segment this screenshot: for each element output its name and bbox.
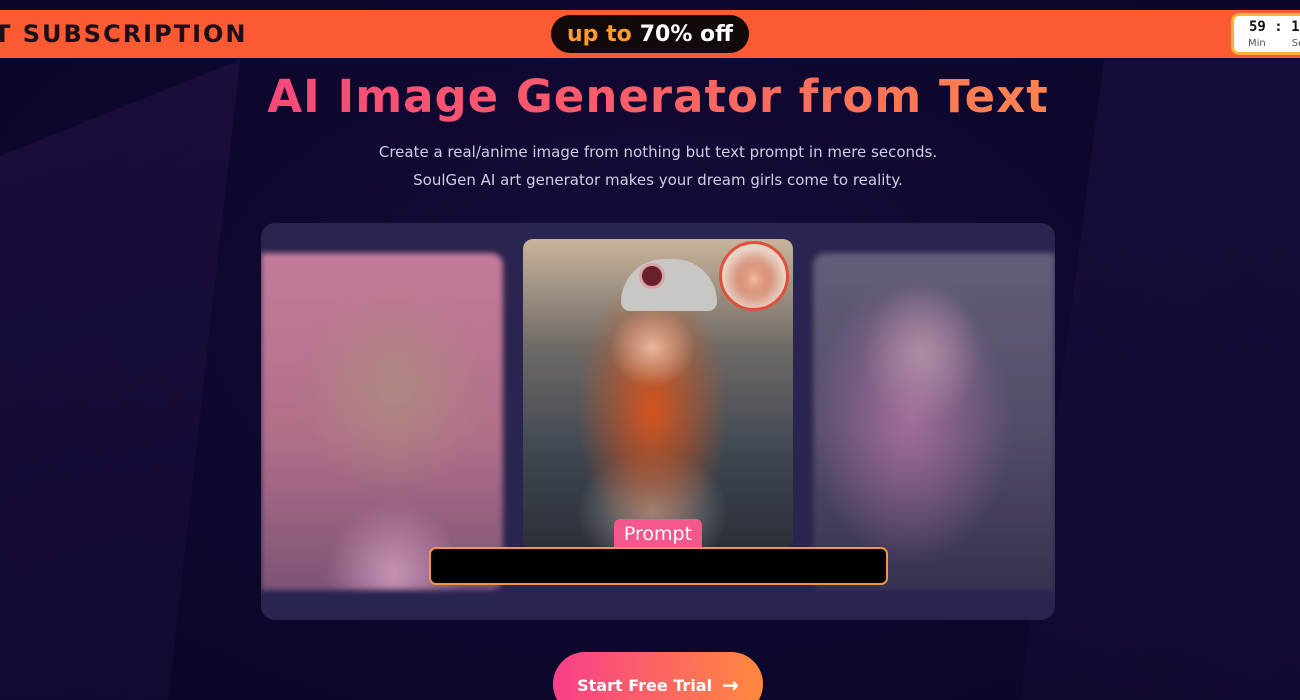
- timer-sec-label: Sec: [1291, 38, 1300, 49]
- prompt-tag: Prompt: [614, 519, 702, 549]
- prompt-input[interactable]: [429, 547, 888, 585]
- timer-seconds: 17: [1291, 19, 1300, 35]
- showcase-image-right-blurred: [813, 253, 1055, 590]
- start-free-trial-label: Start Free Trial: [577, 675, 713, 695]
- timer-separator: :: [1274, 19, 1283, 35]
- promo-banner[interactable]: T SUBSCRIPTION up to 70% off 59 : 17 Min…: [0, 10, 1300, 58]
- promo-text: T SUBSCRIPTION: [0, 20, 248, 48]
- reference-face-avatar: [719, 241, 789, 311]
- discount-pill-amount: 70% off: [639, 21, 733, 47]
- showcase-panel: Prompt: [261, 223, 1055, 620]
- timer-min-label: Min: [1248, 38, 1266, 49]
- page-subtitle-line-2: SoulGen AI art generator makes your drea…: [413, 171, 903, 189]
- timer-minutes: 59: [1249, 19, 1266, 35]
- cap-logo-shape: [639, 263, 665, 289]
- discount-pill-prefix: up to: [567, 21, 632, 47]
- arrow-right-icon: →: [722, 673, 739, 697]
- start-free-trial-button[interactable]: Start Free Trial →: [553, 652, 763, 700]
- discount-pill[interactable]: up to 70% off: [551, 15, 749, 53]
- cap-shape: [621, 259, 717, 311]
- page-title: AI Image Generator from Text: [0, 70, 1300, 123]
- page-subtitle-line-1: Create a real/anime image from nothing b…: [378, 143, 938, 161]
- countdown-timer: 59 : 17 Min Sec: [1231, 13, 1300, 55]
- showcase-image-left-blurred: [261, 253, 503, 590]
